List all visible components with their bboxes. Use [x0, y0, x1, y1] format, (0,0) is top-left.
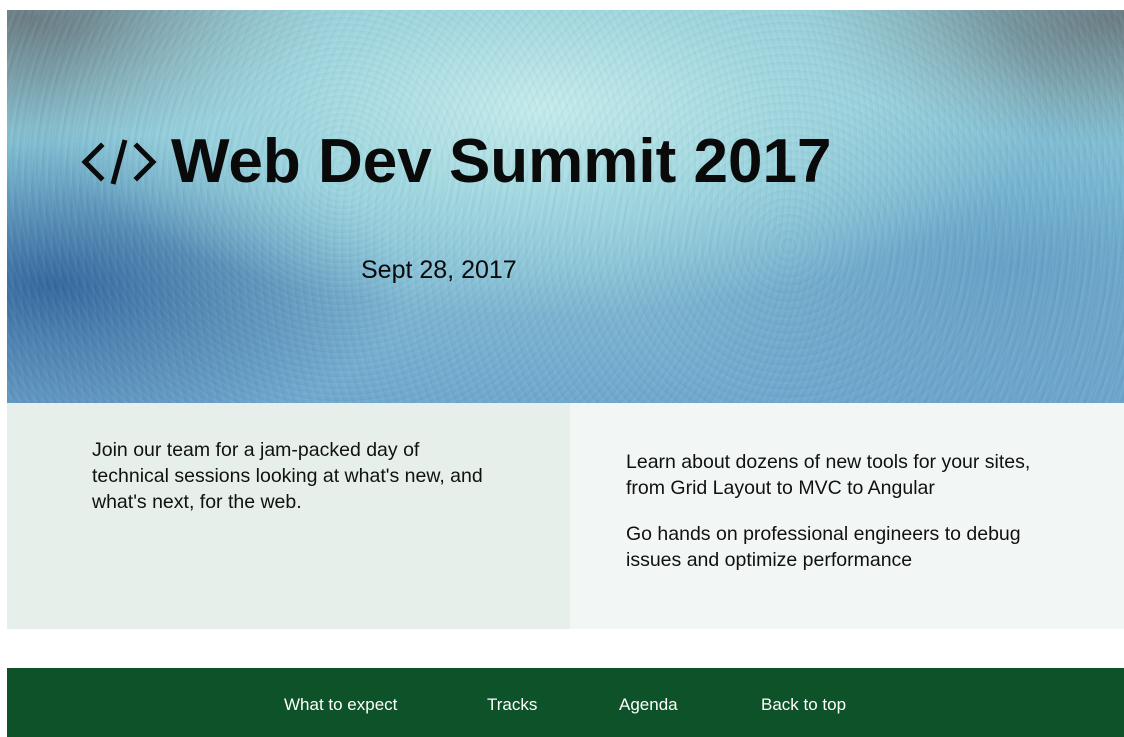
title-text: Web Dev Summit 2017: [171, 127, 832, 196]
nav-link-agenda[interactable]: Agenda: [619, 695, 678, 715]
nav-link-tracks[interactable]: Tracks: [487, 695, 537, 715]
page: Web Dev Summit 2017 Sept 28, 2017 Join o…: [0, 0, 1124, 737]
page-title: Web Dev Summit 2017: [79, 126, 831, 197]
code-icon: [81, 138, 157, 185]
feature-text-tools: Learn about dozens of new tools for your…: [626, 451, 1031, 499]
feature-text-hands-on: Go hands on professional engineers to de…: [626, 523, 1021, 571]
footer-nav: What to expect Tracks Agenda Back to top: [7, 668, 1124, 737]
nav-link-what-to-expect[interactable]: What to expect: [284, 695, 397, 715]
event-date: Sept 28, 2017: [361, 256, 517, 284]
hero-banner: Web Dev Summit 2017 Sept 28, 2017: [7, 10, 1124, 403]
intro-text: Join our team for a jam-packed day of te…: [92, 439, 483, 513]
intro-panel-right: Learn about dozens of new tools for your…: [570, 403, 1124, 629]
nav-link-back-to-top[interactable]: Back to top: [761, 695, 846, 715]
intro-panel-left: Join our team for a jam-packed day of te…: [7, 403, 570, 629]
